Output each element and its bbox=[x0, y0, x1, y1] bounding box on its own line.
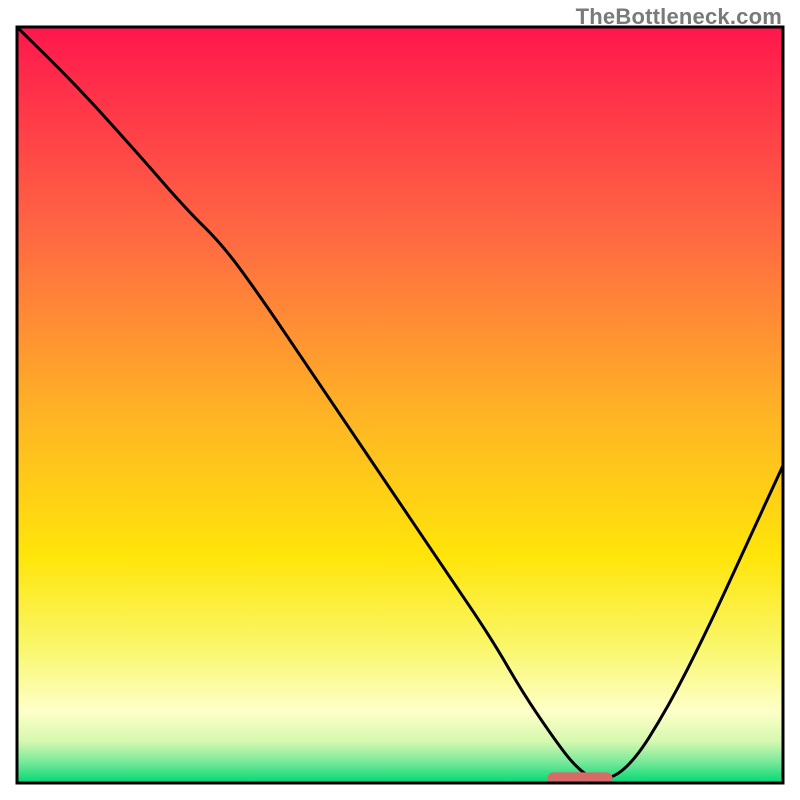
bottleneck-chart bbox=[0, 0, 800, 800]
chart-frame: TheBottleneck.com bbox=[0, 0, 800, 800]
watermark-text: TheBottleneck.com bbox=[576, 4, 782, 30]
plot-background bbox=[17, 27, 783, 783]
